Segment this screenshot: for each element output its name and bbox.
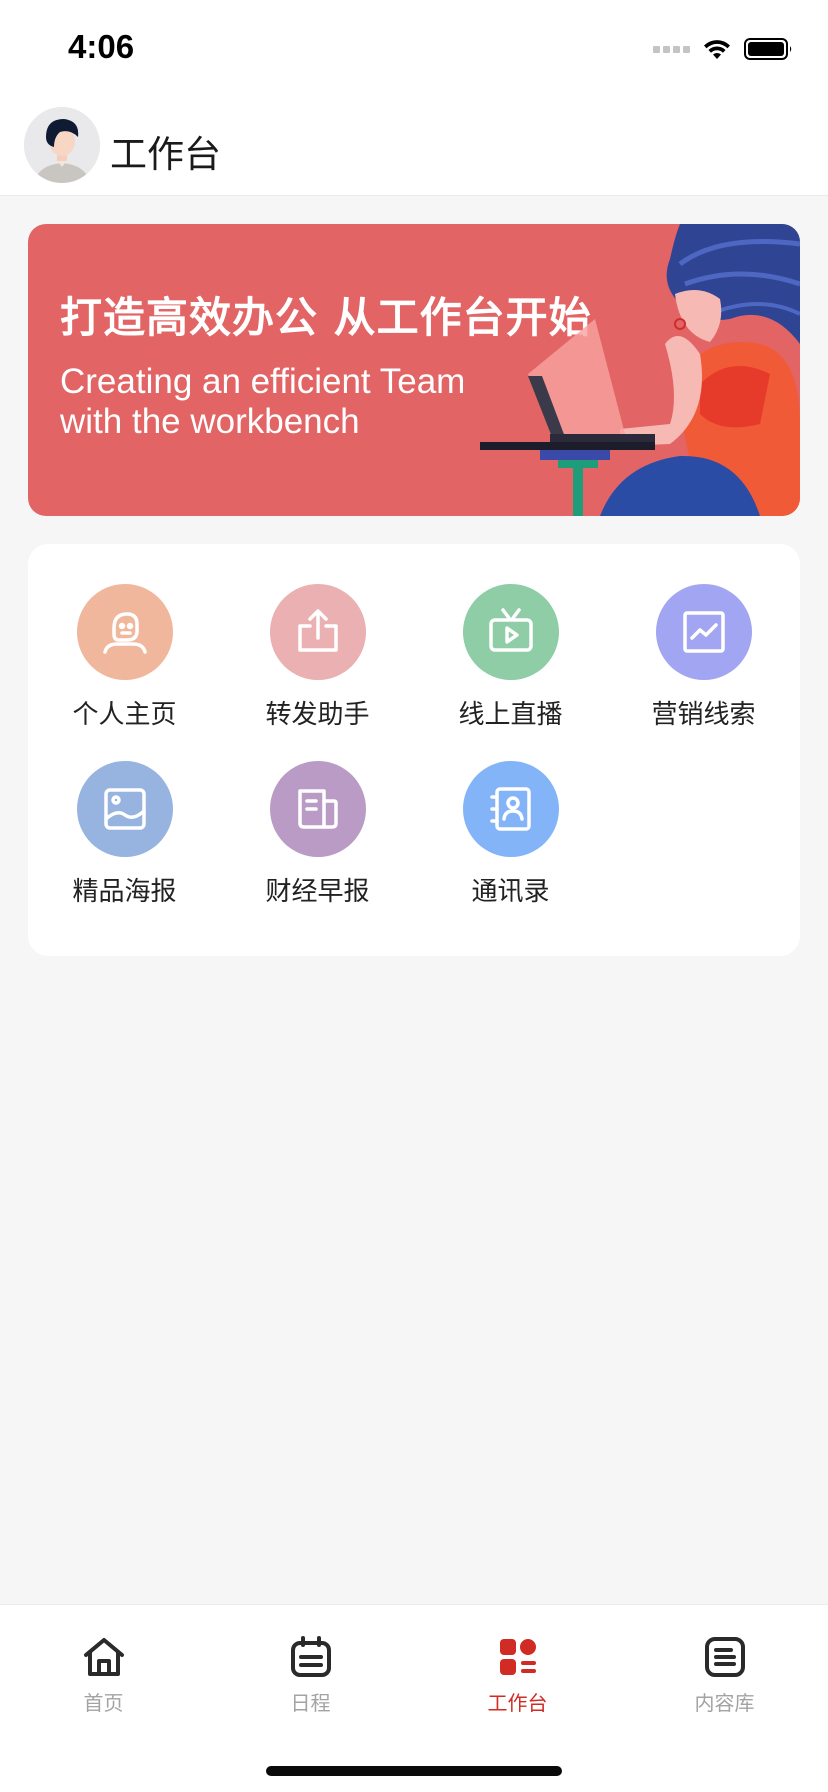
tab-workbench[interactable]: 工作台 xyxy=(414,1633,621,1716)
profile-icon xyxy=(102,612,147,654)
status-time: 4:06 xyxy=(68,28,135,65)
contacts-icon xyxy=(489,787,531,831)
user-avatar-icon xyxy=(24,107,100,183)
tool-share-circle xyxy=(269,584,366,680)
signal-icon xyxy=(653,45,690,53)
tab-label: 工作台 xyxy=(487,1691,548,1715)
banner-illustration xyxy=(480,224,800,516)
status-bar: 4:06 xyxy=(0,0,828,96)
tool-profile[interactable]: 个人主页 xyxy=(28,584,221,731)
avatar[interactable] xyxy=(24,107,100,183)
tool-label: 转发助手 xyxy=(265,700,370,730)
tool-share-assistant[interactable]: 转发助手 xyxy=(221,584,414,731)
tools-panel: 个人主页 转发助手 线上直播 营销线索 精品海报 财经早报 通讯录 xyxy=(28,544,800,956)
calendar-icon xyxy=(290,1636,331,1677)
tab-content-library[interactable]: 内容库 xyxy=(621,1633,828,1716)
tool-finance-circle xyxy=(269,761,366,857)
share-icon xyxy=(297,609,338,652)
tool-live-stream[interactable]: 线上直播 xyxy=(414,584,607,731)
tool-poster[interactable]: 精品海报 xyxy=(28,761,221,908)
newspaper-icon xyxy=(297,789,338,829)
tab-list: 首页 日程 工作台 内容库 xyxy=(0,1633,828,1716)
tool-leads-circle xyxy=(655,584,752,680)
promo-banner[interactable]: 打造高效办公 从工作台开始 Creating an efficient Team… xyxy=(28,224,800,516)
wifi-icon xyxy=(704,40,730,59)
header: 工作台 xyxy=(0,96,828,196)
tab-label: 日程 xyxy=(290,1691,331,1715)
tool-label: 财经早报 xyxy=(265,877,370,907)
live-tv-icon xyxy=(488,608,533,652)
tab-home[interactable]: 首页 xyxy=(0,1633,207,1716)
tools-grid: 个人主页 转发助手 线上直播 营销线索 精品海报 财经早报 通讯录 xyxy=(28,584,800,908)
tool-label: 线上直播 xyxy=(458,700,563,730)
poster-image-icon xyxy=(103,788,146,830)
tool-label: 通讯录 xyxy=(471,877,550,907)
tool-live-circle xyxy=(462,584,559,680)
chart-icon xyxy=(682,611,725,653)
tool-finance-news[interactable]: 财经早报 xyxy=(221,761,414,908)
workbench-icon xyxy=(499,1639,536,1675)
tool-contacts-circle xyxy=(462,761,559,857)
content-library-icon xyxy=(704,1637,745,1677)
tool-profile-circle xyxy=(76,584,173,680)
status-icons xyxy=(653,34,794,64)
tool-label: 精品海报 xyxy=(72,877,177,907)
battery-icon xyxy=(744,38,792,60)
page-title: 工作台 xyxy=(110,133,221,176)
tab-schedule[interactable]: 日程 xyxy=(207,1633,414,1716)
bottom-tab-bar: 首页 日程 工作台 内容库 xyxy=(0,1604,828,1792)
tool-poster-circle xyxy=(76,761,173,857)
tool-label: 个人主页 xyxy=(72,700,177,730)
tool-marketing-leads[interactable]: 营销线索 xyxy=(607,584,800,731)
home-indicator[interactable] xyxy=(266,1766,562,1776)
tab-label: 首页 xyxy=(83,1691,124,1715)
home-icon xyxy=(83,1638,124,1676)
tab-label: 内容库 xyxy=(694,1691,755,1715)
tool-contacts[interactable]: 通讯录 xyxy=(414,761,607,908)
tool-label: 营销线索 xyxy=(651,700,756,730)
